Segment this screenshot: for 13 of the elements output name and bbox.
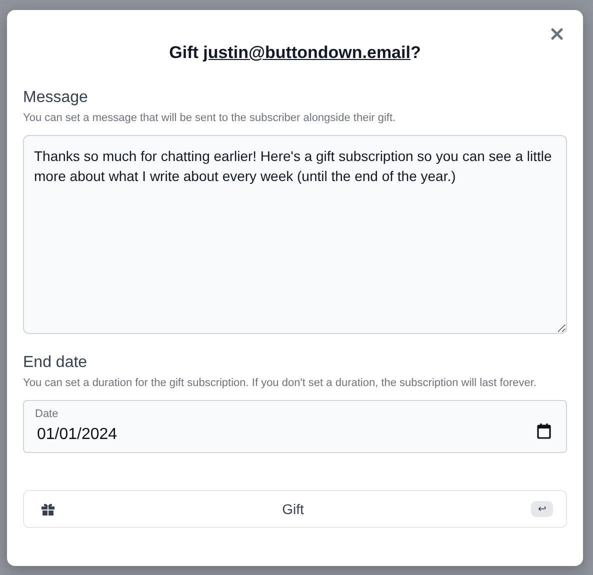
message-field[interactable]: Thanks so much for chatting earlier! Here's a gift subscription so you can see a little more about what I write about every week (until the end of the year.) [23,135,567,334]
close-icon[interactable] [551,28,563,40]
date-field[interactable]: Date 01/01/2024 [23,400,567,453]
gift-button[interactable]: Gift ↩ [23,490,567,528]
gift-icon [41,502,55,516]
dialog-title: Gift justin@buttondown.email? [168,42,422,64]
calendar-icon[interactable] [537,423,551,439]
help-text: You can set a message that will be sent to the subscriber alongside their gift. [23,111,397,126]
shortcut-key: ↩ [531,501,553,517]
field-label: End date [23,353,88,373]
help-text: You can set a duration for the gift subscription. If you don't set a duration, the subscription will last forever. [23,376,538,391]
email-link[interactable]: justin@buttondown.email [203,43,410,62]
field-label: Message [23,88,89,108]
